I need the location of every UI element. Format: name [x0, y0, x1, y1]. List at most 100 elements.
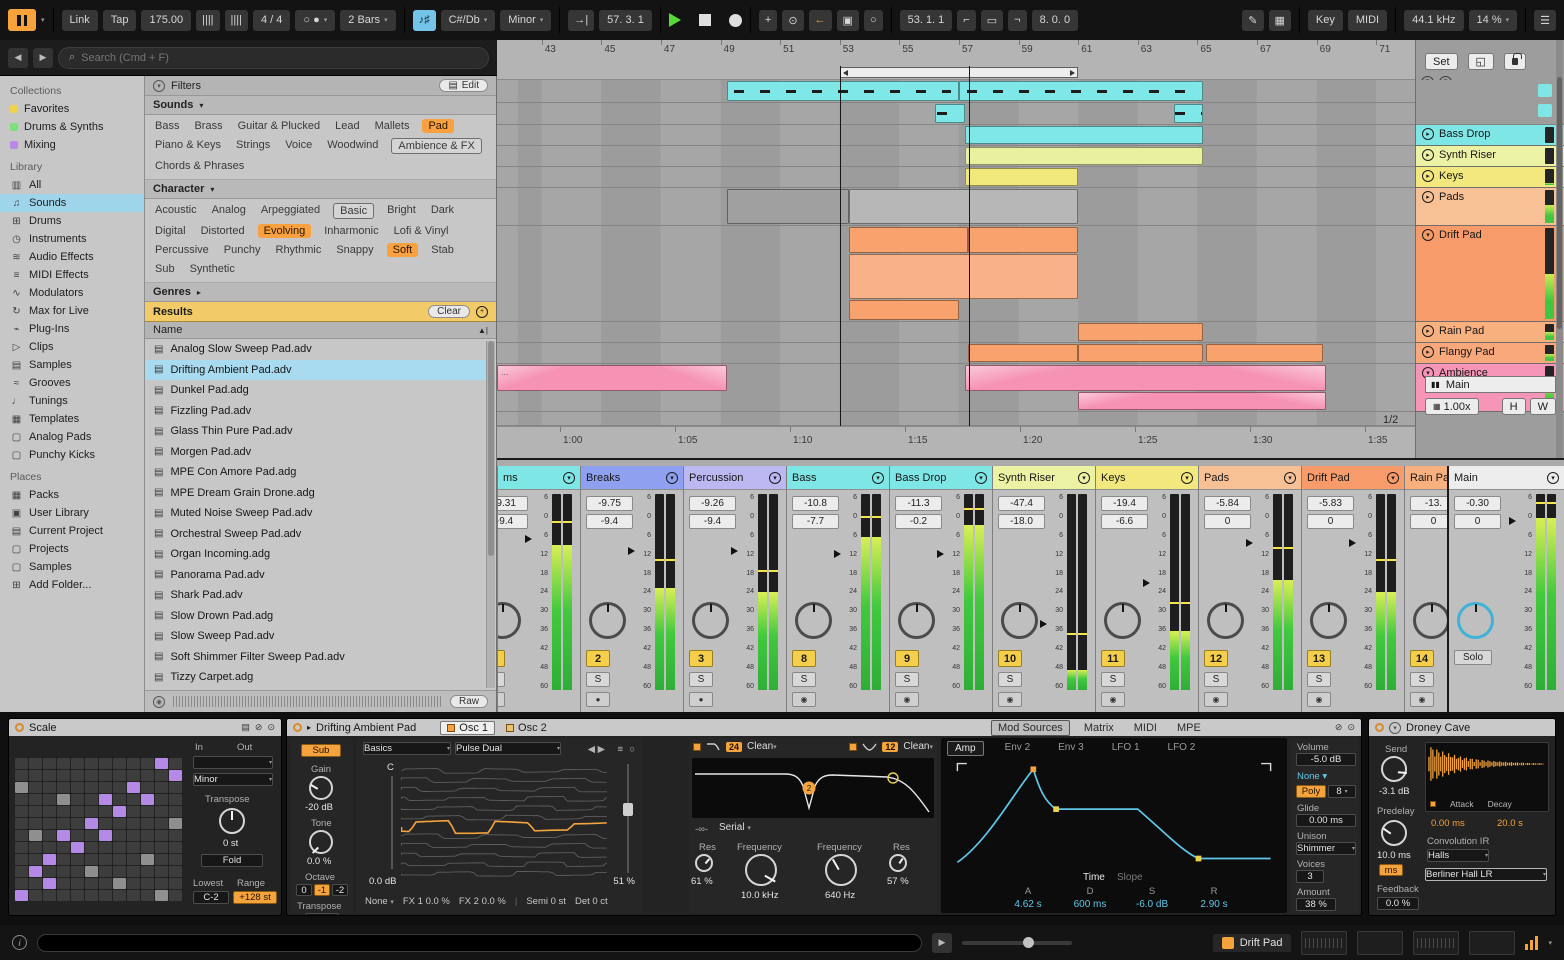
clip-flangy-pad[interactable] [967, 344, 1079, 362]
ir-display[interactable]: Attack Decay [1425, 742, 1549, 812]
arm-button[interactable]: ◉ [1204, 692, 1228, 707]
browser-back-button[interactable]: ◀ [8, 47, 28, 68]
slope-tab[interactable]: Slope [1117, 872, 1143, 883]
wt-position-value[interactable]: 51 % [613, 876, 635, 887]
env-d-control[interactable]: D 600 ms [1059, 886, 1121, 910]
filter-tag-brass[interactable]: Brass [192, 119, 224, 133]
device-fold-icon[interactable]: ▸ [307, 723, 311, 732]
tab-osc2[interactable]: Osc 2 [500, 721, 553, 735]
clip-ambience[interactable] [1078, 392, 1326, 410]
lane-breaks[interactable] [497, 103, 1415, 125]
tab-matrix[interactable]: Matrix [1078, 721, 1120, 735]
sidebar-item-sounds[interactable]: ♫ Sounds [0, 194, 144, 212]
scale-mode-toggle[interactable]: ♪♯ [412, 9, 436, 31]
feedback-value[interactable]: 0.0 % [1377, 897, 1419, 910]
save-preset-icon[interactable]: ⊙ [1347, 722, 1355, 733]
filter-group-header-sounds[interactable]: Sounds ▾ [145, 96, 496, 115]
mod-target-menu[interactable]: None ▾ [1297, 771, 1327, 782]
filter-tag-punchy[interactable]: Punchy [222, 243, 263, 257]
pan-knob[interactable] [898, 602, 935, 639]
filter-tag-analog[interactable]: Analog [210, 203, 248, 219]
transpose-knob[interactable] [219, 808, 245, 834]
results-column-header[interactable]: Name ▲| [145, 322, 496, 339]
loop-brace[interactable] [839, 67, 1079, 78]
arm-button[interactable]: ◉ [1101, 692, 1125, 707]
mixer-channel-synth-riser[interactable]: Synth Riser ▾ -47.4 -18.0 10 S ◉ 6 0 6 12 18 24 30 36 4… [992, 466, 1095, 712]
filters-collapse-icon[interactable]: ▾ [153, 79, 165, 92]
mixer-channel-pads[interactable]: Pads ▾ -5.84 0 12 S ◉ 6 0 6 12 18 24 30 36 42 48 60 [1198, 466, 1301, 712]
filter1-on-toggle[interactable] [693, 742, 701, 751]
filter1-freq-knob[interactable] [745, 854, 777, 886]
solo-button[interactable]: S [689, 672, 713, 687]
track-scrollbar[interactable] [1556, 40, 1563, 498]
channel-fold-icon[interactable]: ▾ [872, 471, 884, 484]
filter-tag-ambience-fx[interactable]: Ambience & FX [391, 138, 482, 154]
collapsed-tracks-area[interactable] [1416, 80, 1564, 125]
volume-display[interactable]: -19.4 [1101, 496, 1148, 511]
session-record-button[interactable]: ○ [863, 9, 883, 31]
metronome-button[interactable]: ○ ● ▾ [295, 9, 336, 31]
channel-fold-icon[interactable]: ▾ [975, 471, 987, 484]
tab-mpe[interactable]: MPE [1171, 721, 1207, 735]
browser-forward-button[interactable]: ▶ [33, 47, 53, 68]
loop-length-field[interactable]: 8. 0. 0 [1031, 9, 1079, 31]
clip-drums[interactable] [726, 81, 959, 101]
scale-root-menu[interactable]: C#/Db ▾ [440, 9, 496, 31]
filter2-slope[interactable]: 12 [882, 741, 899, 752]
track-activator[interactable]: 3 [689, 650, 713, 667]
env-tab-lfo-1[interactable]: LFO 1 [1105, 741, 1147, 756]
channel-fold-icon[interactable]: ▾ [1078, 471, 1090, 484]
track-fold-icon[interactable]: ▸ [1422, 170, 1434, 182]
clip-pads[interactable] [726, 189, 849, 224]
filter-tag-dark[interactable]: Dark [429, 203, 456, 219]
time-tab[interactable]: Time [1083, 872, 1105, 883]
scale-name-menu[interactable]: Minor ▾ [500, 9, 552, 31]
channel-fold-icon[interactable]: ▾ [666, 471, 678, 484]
filter-tag-guitar-plucked[interactable]: Guitar & Plucked [236, 119, 323, 133]
filter-tag-mallets[interactable]: Mallets [373, 119, 412, 133]
solo-button[interactable]: S [998, 672, 1022, 687]
sidebar-item-instruments[interactable]: ◷ Instruments [0, 230, 144, 248]
fx2-value[interactable]: FX 2 0.0 % [459, 896, 506, 907]
track-activator[interactable]: 10 [998, 650, 1022, 667]
filter-tag-basic[interactable]: Basic [333, 203, 375, 219]
solo-button[interactable]: S [792, 672, 816, 687]
result-item-orchestral-sweep-pad-adv[interactable]: ▤ Orchestral Sweep Pad.adv [145, 524, 496, 545]
result-item-panorama-pad-adv[interactable]: ▤ Panorama Pad.adv [145, 565, 496, 586]
clear-filters-button[interactable]: Clear [428, 305, 470, 318]
peak-display[interactable]: -9.4 [586, 514, 633, 529]
channel-header[interactable]: Breaks ▾ [581, 466, 683, 490]
computer-midi-keyboard-button[interactable]: ▦ [1268, 9, 1291, 31]
sidebar-item-drums[interactable]: ⊞ Drums [0, 212, 144, 230]
lane-pads[interactable] [497, 188, 1415, 226]
tone-knob[interactable] [309, 830, 333, 854]
sidebar-item-plug-ins[interactable]: ⌁ Plug-Ins [0, 320, 144, 338]
sidebar-item-max-for-live[interactable]: ↻ Max for Live [0, 302, 144, 320]
poly-value[interactable]: 8 ▾ [1328, 785, 1356, 798]
wavetable-name-menu[interactable]: Pulse Dual ▾ [455, 742, 561, 755]
filter-tag-strings[interactable]: Strings [234, 138, 272, 154]
channel-header[interactable]: ms ▾ [498, 466, 580, 490]
overdub-button[interactable]: + [758, 9, 778, 31]
fx-mode-menu[interactable]: None ▾ [365, 896, 394, 907]
arm-button[interactable]: ● [498, 692, 505, 707]
tone-value[interactable]: 0.0 % [307, 856, 331, 867]
arm-button[interactable]: ◉ [1307, 692, 1331, 707]
wavetable-category-menu[interactable]: Basics ▾ [363, 742, 451, 755]
osc-gain-value[interactable]: 0.0 dB [369, 876, 396, 887]
sidebar-item-clips[interactable]: ▷ Clips [0, 338, 144, 356]
sidebar-item-favorites[interactable]: Favorites [0, 100, 144, 118]
preset-icon[interactable]: ▤ [241, 722, 250, 733]
solo-button[interactable]: S [1101, 672, 1125, 687]
env-s-control[interactable]: S -6.0 dB [1121, 886, 1183, 910]
edit-filters-button[interactable]: ▤ Edit [439, 79, 488, 92]
punch-out-button[interactable]: ¬ [1008, 9, 1027, 31]
mixer-channel-bass[interactable]: Bass ▾ -10.8 -7.7 8 S ◉ 6 0 6 12 18 24 30 36 42 48 60 [786, 466, 889, 712]
playhead[interactable] [969, 66, 971, 426]
track-activator[interactable]: 12 [1204, 650, 1228, 667]
volume-fader-handle[interactable] [1349, 539, 1356, 548]
mixer-channel-percussion[interactable]: Percussion ▾ -9.26 -9.4 3 S ● 6 0 6 12 18 24 30 36 42 48… [683, 466, 786, 712]
transpose-value[interactable]: 0 st [223, 838, 238, 849]
track-fold-icon[interactable]: ▸ [1422, 346, 1434, 358]
clip-keys[interactable] [964, 168, 1079, 186]
